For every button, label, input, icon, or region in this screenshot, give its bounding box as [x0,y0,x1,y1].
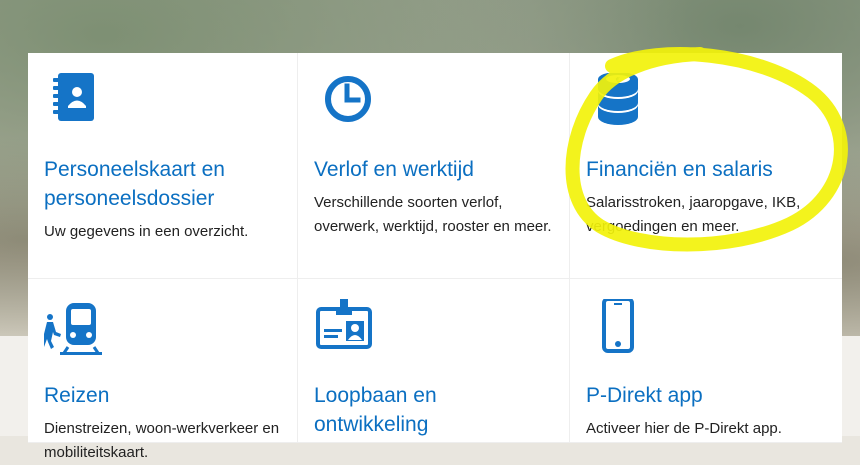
tile-loopbaan[interactable]: Loopbaan en ontwikkeling [298,279,570,443]
tile-verlof[interactable]: Verlof en werktijd Verschillende soorten… [298,53,570,279]
contact-card-icon [53,73,94,121]
tile-description: Verschillende soorten verlof, overwerk, … [314,194,552,235]
tile-description: Salarisstroken, jaaropgave, IKB, vergoed… [586,194,801,235]
svg-text:€: € [616,76,620,84]
tile-title[interactable]: Financiën en salaris [586,155,826,184]
tile-description: Uw gegevens in een overzicht. [44,223,249,240]
tile-title[interactable]: P-Direkt app [586,381,826,410]
tile-title[interactable]: Verlof en werktijd [314,155,553,184]
service-tile-grid: Personeelskaart en personeelsdossier Uw … [28,53,842,461]
services-panel: Personeelskaart en personeelsdossier Uw … [28,53,842,461]
id-badge-icon [316,299,372,349]
clock-icon [325,76,371,122]
tile-title[interactable]: Personeelskaart en personeelsdossier [44,155,281,213]
tile-description: Dienstreizen, woon-werkverkeer en mobili… [44,420,280,461]
tile-financien[interactable]: € Financiën en salaris Salarisstroken, j… [570,53,842,279]
smartphone-icon [602,299,634,353]
tile-title[interactable]: Loopbaan en ontwikkeling [314,381,553,439]
tile-p-direkt-app[interactable]: P-Direkt app Activeer hier de P-Direkt a… [570,279,842,443]
tile-description: Activeer hier de P-Direkt app. [586,420,782,437]
tile-title[interactable]: Reizen [44,381,281,410]
tile-personeelskaart[interactable]: Personeelskaart en personeelsdossier Uw … [28,53,298,279]
train-traveler-icon [44,303,102,355]
coin-stack-icon: € [598,73,638,125]
tile-reizen[interactable]: Reizen Dienstreizen, woon-werkverkeer en… [28,279,298,461]
